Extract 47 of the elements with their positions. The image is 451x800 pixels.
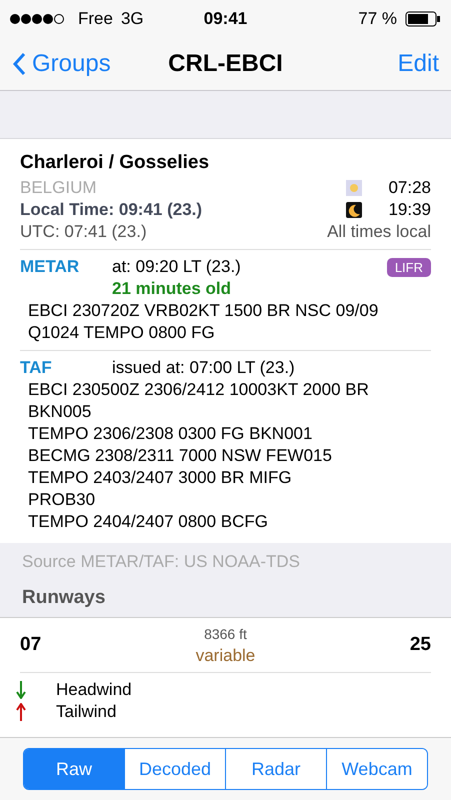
legend-label: Tailwind [56,701,116,723]
runway-length: 8366 ft [204,625,247,644]
segment-tab[interactable]: Raw [24,749,124,789]
edit-button[interactable]: Edit [398,50,439,78]
taf-line: TEMPO 2306/2308 0300 FG BKN001 [28,423,314,445]
down-arrow-icon [16,681,26,699]
country: BELGIUM [20,177,97,199]
runway-end: 07 [20,634,42,656]
taf-line: BKN005 [28,401,92,423]
taf-line: BECMG 2308/2311 7000 NSW FEW015 [28,445,333,467]
clock: 09:41 [204,8,248,30]
source-note: Source METAR/TAF: US NOAA-TDS [22,552,300,571]
metar-time: at: 09:20 LT (23.) [112,256,241,278]
metar-line: Q1024 TEMPO 0800 FG [28,322,216,344]
taf-line: EBCI 230500Z 2306/2412 10003KT 2000 BR [28,379,370,401]
moon-icon [346,202,362,218]
carrier: Free [78,8,113,30]
utc-time: UTC: 07:41 (23.) [20,221,147,243]
metar-label: METAR [20,256,80,278]
sunset-time: 19:39 [388,199,431,221]
battery-percent: 77 % [358,8,398,30]
taf-time: issued at: 07:00 LT (23.) [112,357,295,379]
runway-end: 25 [410,634,431,656]
wind-direction: variable [196,645,256,667]
sunrise-time: 07:28 [388,177,431,199]
segment-tab[interactable]: Webcam [326,749,427,789]
battery-icon [405,11,442,27]
taf-line: PROB30 [28,489,96,511]
metar-line: EBCI 230720Z VRB02KT 1500 BR NSC 09/09 [28,300,380,322]
chevron-left-icon [12,52,26,76]
times-note: All times local [327,221,431,243]
metar-age: 21 minutes old [112,278,232,300]
legend-label: Headwind [56,679,132,701]
taf-label: TAF [20,357,53,379]
runways-header: Runways [22,587,106,608]
back-button[interactable]: Groups [12,50,111,78]
segment-tab[interactable]: Radar [225,749,326,789]
sun-icon [346,180,362,196]
network-type: 3G [120,8,144,30]
segment-tab[interactable]: Decoded [124,749,225,789]
taf-line: TEMPO 2403/2407 3000 BR MIFG [28,467,293,489]
flight-category-badge: LIFR [386,258,431,276]
up-arrow-icon [16,703,26,721]
nav-title: CRL-EBCI [168,50,283,78]
taf-line: TEMPO 2404/2407 0800 BCFG [28,511,270,533]
local-time: Local Time: 09:41 (23.) [20,199,202,221]
airport-name: Charleroi / Gosselies [20,152,210,173]
